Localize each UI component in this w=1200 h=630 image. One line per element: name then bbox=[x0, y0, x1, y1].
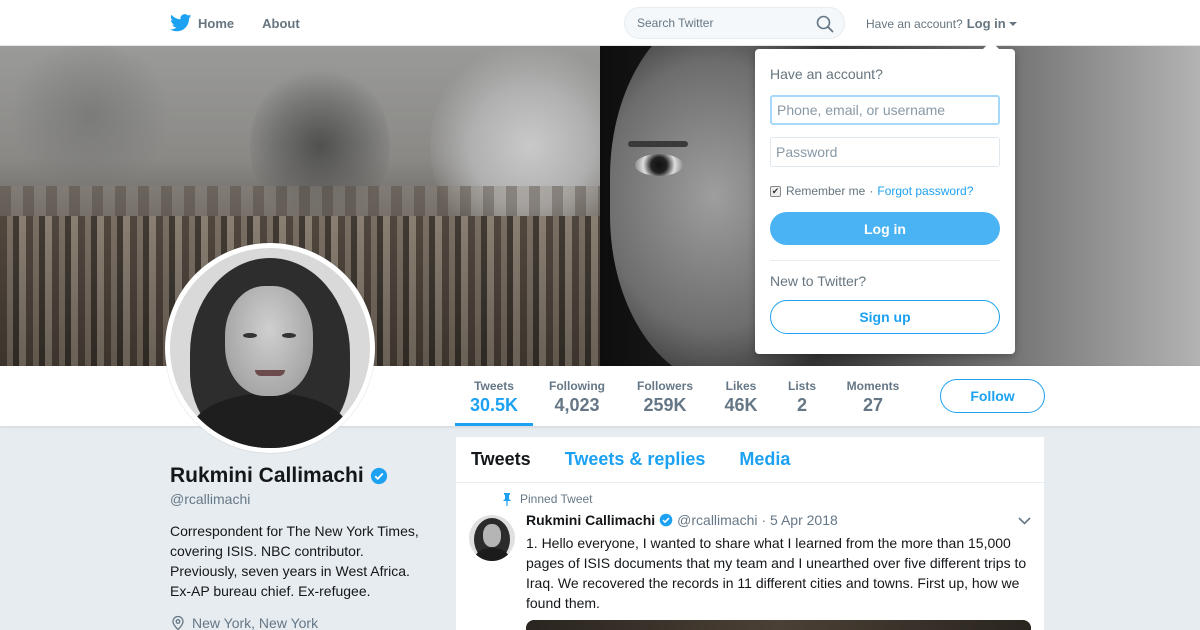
forgot-password-link[interactable]: Forgot password? bbox=[877, 184, 973, 198]
about-label: About bbox=[262, 15, 300, 31]
stat-value: 259K bbox=[643, 395, 687, 415]
search-box bbox=[624, 7, 845, 39]
signup-button[interactable]: Sign up bbox=[770, 300, 1000, 334]
stat-moments[interactable]: Moments 27 bbox=[842, 366, 904, 426]
stat-label: Moments bbox=[846, 379, 900, 393]
remember-checkbox[interactable]: ✔ bbox=[770, 185, 781, 197]
tweet-handle[interactable]: @rcallimachi bbox=[677, 512, 757, 528]
tab-tweets[interactable]: Tweets bbox=[471, 449, 531, 470]
tweet-header: Rukmini Callimachi @rcallimachi · 5 Apr … bbox=[526, 512, 838, 528]
search-icon[interactable] bbox=[816, 15, 834, 33]
stat-label: Likes bbox=[725, 379, 757, 393]
login-button[interactable]: Log in bbox=[770, 212, 1000, 245]
profile-location: New York, New York bbox=[170, 615, 318, 630]
nav-left: Home About bbox=[170, 0, 328, 46]
tweet-date[interactable]: · 5 Apr 2018 bbox=[762, 512, 838, 528]
stat-value: 2 bbox=[796, 395, 807, 415]
stat-label: Tweets bbox=[474, 379, 514, 393]
stat-lists[interactable]: Lists 2 bbox=[782, 366, 822, 426]
stat-label: Followers bbox=[636, 379, 693, 393]
stat-followers[interactable]: Followers 259K bbox=[632, 366, 698, 426]
stat-following[interactable]: Following 4,023 bbox=[543, 366, 611, 426]
follow-button[interactable]: Follow bbox=[940, 379, 1045, 413]
login-dropdown: Have an account? ✔ Remember me · Forgot … bbox=[755, 41, 1015, 354]
profile-handle[interactable]: @rcallimachi bbox=[170, 491, 250, 507]
tab-media[interactable]: Media bbox=[739, 449, 790, 470]
stat-label: Lists bbox=[787, 379, 816, 393]
stat-value: 30.5K bbox=[469, 395, 519, 415]
tab-tweets-replies[interactable]: Tweets & replies bbox=[565, 449, 706, 470]
top-nav: Home About Have an account? Log in bbox=[0, 0, 1200, 46]
password-field[interactable] bbox=[770, 137, 1000, 167]
timeline: Tweets Tweets & replies Media Pinned Twe… bbox=[456, 437, 1044, 630]
verified-badge-icon bbox=[659, 513, 673, 527]
pinned-label: Pinned Tweet bbox=[502, 492, 593, 506]
stat-value: 27 bbox=[862, 395, 884, 415]
about-link[interactable]: About bbox=[262, 16, 300, 31]
new-to-twitter-text: New to Twitter? bbox=[770, 273, 867, 289]
twitter-bird-icon bbox=[170, 14, 192, 32]
profile-name-text: Rukmini Callimachi bbox=[170, 464, 364, 487]
tweet-avatar[interactable] bbox=[469, 515, 515, 561]
tweet-author-name[interactable]: Rukmini Callimachi bbox=[526, 512, 655, 528]
have-account-text: Have an account? bbox=[866, 16, 963, 31]
remember-row: ✔ Remember me · Forgot password? bbox=[770, 184, 973, 198]
pinned-tweet[interactable]: Pinned Tweet Rukmini Callimachi @rcallim… bbox=[456, 484, 1044, 630]
timeline-tabs: Tweets Tweets & replies Media bbox=[456, 437, 1044, 483]
dropdown-title: Have an account? bbox=[770, 66, 883, 82]
banner-eye bbox=[635, 154, 683, 176]
location-text: New York, New York bbox=[192, 615, 319, 630]
separator-dot: · bbox=[869, 184, 874, 198]
stat-value: 46K bbox=[724, 395, 758, 415]
stat-likes[interactable]: Likes 46K bbox=[718, 366, 764, 426]
location-pin-icon bbox=[172, 615, 184, 630]
login-menu-toggle[interactable]: Log in bbox=[967, 16, 1017, 31]
remember-label: Remember me bbox=[786, 184, 866, 198]
stat-tweets[interactable]: Tweets 30.5K bbox=[455, 366, 533, 426]
tweet-text: 1. Hello everyone, I wanted to share wha… bbox=[526, 535, 1027, 611]
divider bbox=[770, 260, 1000, 261]
home-label: Home bbox=[198, 15, 235, 31]
login-label: Log in bbox=[966, 16, 1006, 31]
tweet-media-image[interactable] bbox=[526, 620, 1031, 630]
pin-icon bbox=[503, 492, 511, 506]
chevron-down-icon[interactable] bbox=[1018, 517, 1031, 525]
stat-label: Following bbox=[549, 379, 605, 393]
search-input[interactable] bbox=[637, 16, 807, 30]
profile-name[interactable]: Rukmini Callimachi bbox=[170, 464, 388, 488]
home-link[interactable]: Home bbox=[170, 14, 234, 32]
pinned-text: Pinned Tweet bbox=[520, 492, 593, 506]
caret-down-icon bbox=[1008, 21, 1017, 26]
username-field[interactable] bbox=[770, 95, 1000, 125]
verified-badge-icon bbox=[370, 467, 387, 485]
profile-bio: Correspondent for The New York Times, co… bbox=[170, 523, 419, 599]
profile-avatar[interactable] bbox=[165, 243, 375, 453]
have-account: Have an account? Log in bbox=[866, 16, 1017, 31]
stat-value: 4,023 bbox=[554, 395, 600, 415]
